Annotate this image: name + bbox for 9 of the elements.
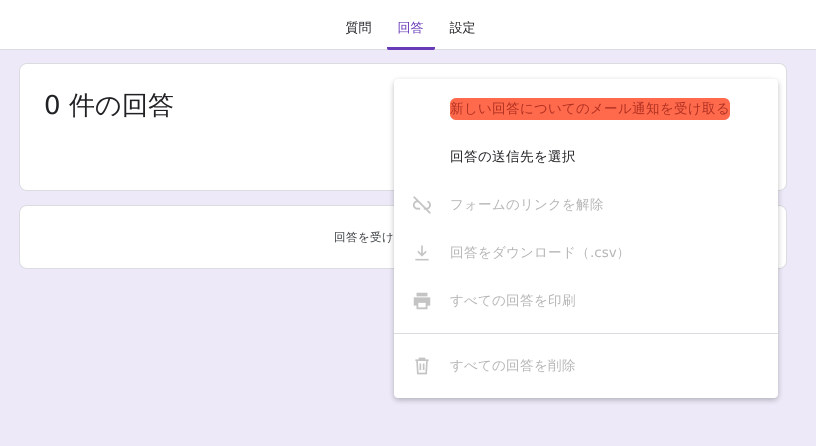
print-icon (411, 290, 433, 312)
tab[interactable]: 質問 (334, 19, 382, 50)
unlink-icon (411, 194, 433, 216)
response-count: 0 件の回答 (44, 91, 174, 121)
tab[interactable]: 設定 (438, 19, 486, 50)
menu-item[interactable]: 回答の送信先を選択 (394, 133, 778, 181)
menu-item[interactable]: 新しい回答についてのメール通知を受け取る (394, 85, 778, 133)
tab[interactable]: 回答 (386, 19, 434, 50)
status-message: 回答を受け (334, 230, 394, 244)
